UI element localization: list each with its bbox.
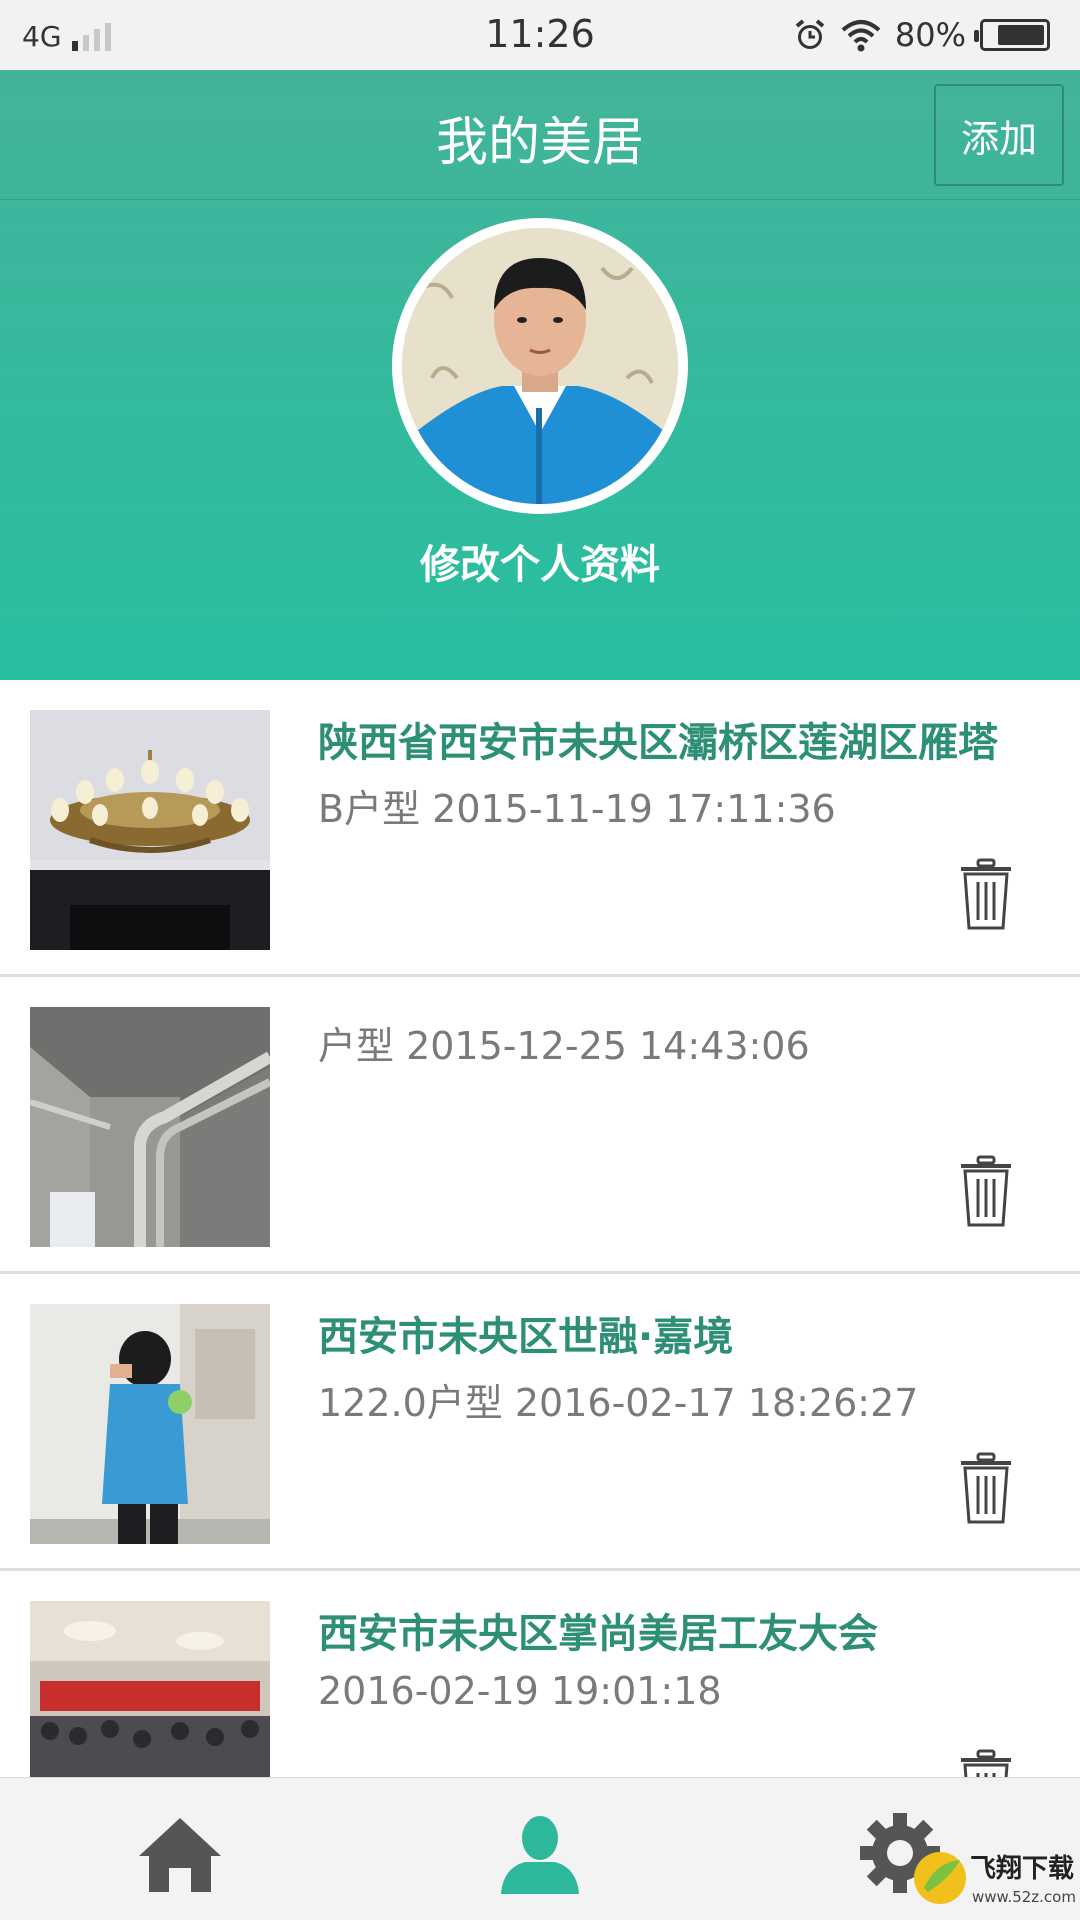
profile-header: 我的美居 添加 修改个人资料 xyxy=(0,70,1080,680)
item-meta: 户型 2015-12-25 14:43:06 xyxy=(318,1024,810,1068)
list-item[interactable]: 西安市未央区掌尚美居工友大会 2016-02-19 19:01:18 xyxy=(0,1571,1080,1777)
alarm-icon xyxy=(795,19,825,49)
unfinished-room-photo xyxy=(30,1007,270,1247)
item-meta: 2016-02-19 19:01:18 xyxy=(318,1669,722,1713)
status-bar: 4G 11:26 80% xyxy=(0,0,1080,70)
chandelier-photo xyxy=(30,710,270,950)
battery-percent: 80% xyxy=(894,16,966,54)
add-button[interactable]: 添加 xyxy=(934,84,1064,186)
home-icon xyxy=(139,1818,221,1892)
trash-icon[interactable] xyxy=(958,1155,1014,1229)
avatar-photo xyxy=(402,228,678,504)
avatar[interactable] xyxy=(392,218,688,514)
trash-icon[interactable] xyxy=(958,1452,1014,1526)
watermark: 飞翔下载 www.52z.com xyxy=(910,1840,1080,1920)
item-title: 陕西省西安市未央区灞桥区莲湖区雁塔 xyxy=(318,720,998,766)
watermark-url: www.52z.com xyxy=(972,1888,1076,1906)
list-item[interactable]: 西安市未央区世融·嘉境 122.0户型 2016-02-17 18:26:27 xyxy=(0,1274,1080,1571)
item-meta: 122.0户型 2016-02-17 18:26:27 xyxy=(318,1381,919,1425)
nav-profile-button[interactable] xyxy=(495,1808,585,1898)
user-icon xyxy=(501,1816,579,1894)
item-title: 西安市未央区掌尚美居工友大会 xyxy=(318,1611,878,1657)
watermark-brand: 飞翔下载 xyxy=(970,1854,1075,1884)
nav-home-button[interactable] xyxy=(135,1808,225,1898)
title-bar: 我的美居 添加 xyxy=(0,70,1080,200)
watermark-logo-icon xyxy=(910,1848,970,1908)
trash-icon[interactable] xyxy=(958,858,1014,932)
page-title: 我的美居 xyxy=(435,113,644,173)
edit-profile-link[interactable]: 修改个人资料 xyxy=(0,532,1080,590)
battery-icon xyxy=(974,19,1050,51)
house-list: 陕西省西安市未央区灞桥区莲湖区雁塔 B户型 2015-11-19 17:11:3… xyxy=(0,680,1080,1777)
status-right: 80% xyxy=(793,14,1050,56)
list-item[interactable]: 户型 2015-12-25 14:43:06 xyxy=(0,977,1080,1274)
wifi-icon xyxy=(841,20,881,52)
worker-photo xyxy=(30,1304,270,1544)
conference-photo xyxy=(30,1601,270,1777)
item-title: 西安市未央区世融·嘉境 xyxy=(318,1314,734,1360)
trash-icon[interactable] xyxy=(958,1749,1014,1777)
item-meta: B户型 2015-11-19 17:11:36 xyxy=(318,787,836,831)
list-item[interactable]: 陕西省西安市未央区灞桥区莲湖区雁塔 B户型 2015-11-19 17:11:3… xyxy=(0,680,1080,977)
